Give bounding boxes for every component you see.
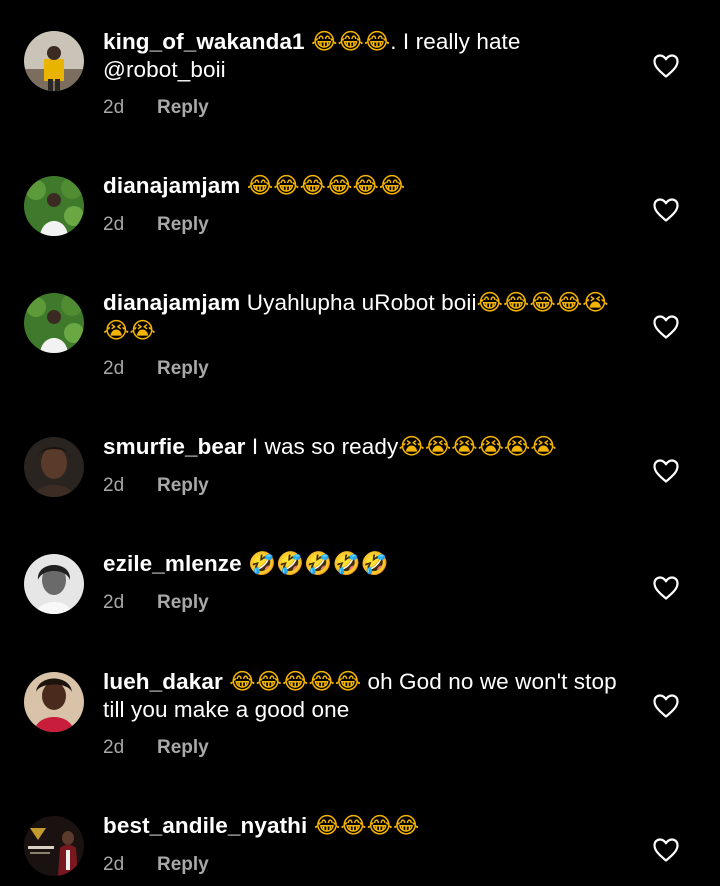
like-button[interactable]: [652, 575, 680, 601]
reply-button[interactable]: Reply: [157, 214, 209, 235]
person-avatar-green-leaves: [24, 293, 84, 353]
timestamp: 2d: [103, 475, 125, 496]
comment-meta: 2d Reply: [103, 737, 209, 759]
reply-button[interactable]: Reply: [157, 854, 209, 875]
timestamp: 2d: [103, 358, 125, 379]
person-avatar-poster: [24, 816, 84, 876]
comment-username[interactable]: best_andile_nyathi: [103, 813, 307, 838]
like-button[interactable]: [652, 314, 680, 340]
heart-outline-icon: [653, 54, 679, 78]
timestamp: 2d: [103, 214, 125, 235]
timestamp: 2d: [103, 97, 125, 118]
avatar[interactable]: [24, 293, 84, 353]
like-button[interactable]: [652, 53, 680, 79]
person-avatar-yellow-shirt: [24, 31, 84, 91]
like-button[interactable]: [652, 693, 680, 719]
comment-text: dianajamjam Uyahlupha uRobot boii😂😂😂😂😭😭😭: [103, 289, 633, 345]
comment-meta: 2d Reply: [103, 214, 209, 236]
timestamp: 2d: [103, 854, 125, 875]
like-button[interactable]: [652, 458, 680, 484]
comment-meta: 2d Reply: [103, 854, 209, 876]
heart-outline-icon: [653, 838, 679, 862]
reply-button[interactable]: Reply: [157, 97, 209, 118]
avatar[interactable]: [24, 437, 84, 497]
avatar[interactable]: [24, 31, 84, 91]
reply-button[interactable]: Reply: [157, 592, 209, 613]
comment-username[interactable]: lueh_dakar: [103, 669, 223, 694]
like-button[interactable]: [652, 837, 680, 863]
comment-text: dianajamjam 😂😂😂😂😂😂: [103, 172, 633, 200]
comment-body: Uyahlupha uRobot boii: [246, 290, 477, 315]
emoji-icon: 😭😭😭😭😭😭: [398, 434, 557, 460]
emoji-icon: 😂😂😂😂😂😂: [246, 173, 406, 199]
emoji-icon: 😂😂😂😂: [313, 813, 420, 839]
reply-button[interactable]: Reply: [157, 475, 209, 496]
comment-meta: 2d Reply: [103, 592, 209, 614]
comment-meta: 2d Reply: [103, 97, 209, 119]
avatar[interactable]: [24, 672, 84, 732]
comment-username[interactable]: king_of_wakanda1: [103, 29, 305, 54]
like-button[interactable]: [652, 197, 680, 223]
comment-body: I was so ready: [251, 434, 399, 459]
comment-text: best_andile_nyathi 😂😂😂😂: [103, 812, 633, 840]
comment-meta: 2d Reply: [103, 475, 209, 497]
reply-button[interactable]: Reply: [157, 358, 209, 379]
heart-outline-icon: [653, 694, 679, 718]
comment-text: king_of_wakanda1 😂😂😂. I really hate @rob…: [103, 28, 633, 84]
heart-outline-icon: [653, 576, 679, 600]
avatar[interactable]: [24, 554, 84, 614]
comment-text: ezile_mlenze 🤣🤣🤣🤣🤣: [103, 550, 633, 578]
comment-text: smurfie_bear I was so ready😭😭😭😭😭😭: [103, 433, 633, 461]
emoji-icon: 😂😂😂: [311, 29, 391, 55]
timestamp: 2d: [103, 592, 125, 613]
comment-username[interactable]: smurfie_bear: [103, 434, 246, 459]
person-avatar-dark: [24, 437, 84, 497]
heart-outline-icon: [653, 315, 679, 339]
comment-username[interactable]: ezile_mlenze: [103, 551, 242, 576]
avatar[interactable]: [24, 176, 84, 236]
person-avatar-red-top: [24, 672, 84, 732]
comment-username[interactable]: dianajamjam: [103, 173, 240, 198]
heart-outline-icon: [653, 198, 679, 222]
reply-button[interactable]: Reply: [157, 737, 209, 758]
avatar[interactable]: [24, 816, 84, 876]
emoji-icon: 🤣🤣🤣🤣🤣: [248, 551, 389, 577]
timestamp: 2d: [103, 737, 125, 758]
comment-meta: 2d Reply: [103, 358, 209, 380]
person-avatar-green-leaves: [24, 176, 84, 236]
comment-text: lueh_dakar 😂😂😂😂😂 oh God no we won't stop…: [103, 668, 633, 724]
comment-username[interactable]: dianajamjam: [103, 290, 240, 315]
person-avatar-grayscale: [24, 554, 84, 614]
heart-outline-icon: [653, 459, 679, 483]
emoji-icon: 😂😂😂😂😂: [229, 669, 362, 695]
